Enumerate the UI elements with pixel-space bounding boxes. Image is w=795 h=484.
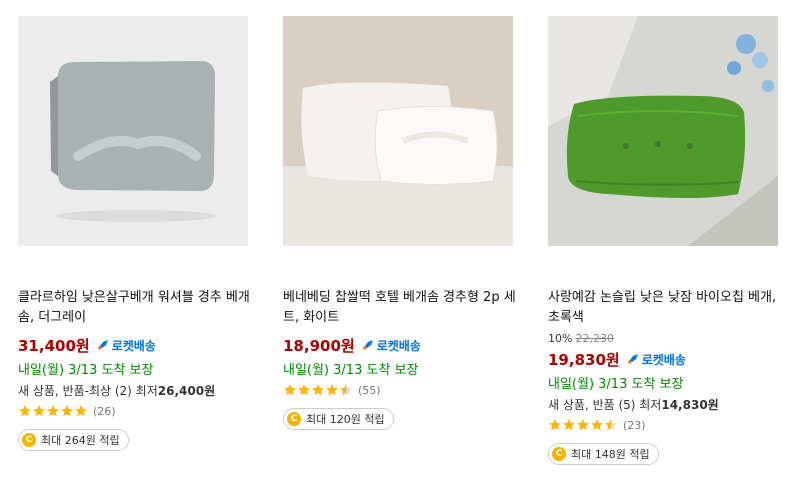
star-icon (549, 419, 617, 431)
rocket-icon (97, 340, 108, 350)
other-offers-label: 새 상품, 반품 (5) 최저 (548, 398, 662, 412)
reward-label: 최대 148원 적립 (571, 448, 650, 461)
delivery-info: 내일(월) 3/13 도착 보장 (548, 377, 684, 392)
star-icon (19, 405, 87, 417)
other-offers-label: 새 상품, 반품-최상 (2) 최저 (18, 384, 158, 398)
review-count[interactable]: (23) (623, 419, 646, 432)
reward-label: 최대 120원 적립 (306, 413, 385, 426)
product-card[interactable]: 클라르하임 낮은살구베개 워셔블 경추 베개솜, 더그레이 31,400원 로켓… (18, 16, 250, 451)
rocket-icon (627, 354, 638, 364)
other-offers-price: 14,830원 (661, 398, 719, 412)
rocket-icon (362, 340, 373, 350)
other-offers[interactable]: 새 상품, 반품 (5) 최저14,830원 (548, 396, 780, 412)
rocket-delivery-badge: 로켓배송 (361, 337, 421, 354)
product-image[interactable] (18, 16, 248, 246)
delivery-info: 내일(월) 3/13 도착 보장 (18, 363, 154, 378)
rating: (26) (18, 403, 250, 419)
reward-badge: C 최대 148원 적립 (548, 443, 659, 465)
rating: (55) (283, 382, 515, 398)
discount-row: 10% 22,230 (548, 332, 780, 346)
product-title[interactable]: 클라르하임 낮은살구베개 워셔블 경추 베개솜, 더그레이 (18, 288, 254, 328)
green-pillow-image (548, 16, 778, 246)
white-pillows-image (283, 16, 513, 246)
rocket-label: 로켓배송 (111, 338, 156, 353)
original-price: 22,230 (575, 332, 614, 345)
star-rating (283, 383, 355, 397)
other-offers-price: 26,400원 (157, 384, 216, 398)
product-price: 31,400원 (18, 336, 90, 355)
reward-badge: C 최대 120원 적립 (283, 408, 394, 430)
star-rating (548, 418, 620, 432)
reward-label: 최대 264원 적립 (41, 434, 120, 447)
rocket-label: 로켓배송 (376, 338, 421, 353)
product-price: 18,900원 (283, 336, 355, 355)
delivery-info: 내일(월) 3/13 도착 보장 (283, 363, 419, 378)
rocket-delivery-badge: 로켓배송 (626, 351, 686, 368)
rocket-delivery-badge: 로켓배송 (96, 337, 156, 354)
product-image[interactable] (548, 16, 778, 246)
other-offers[interactable]: 새 상품, 반품-최상 (2) 최저26,400원 (18, 382, 250, 398)
discount-rate: 10% (548, 332, 573, 345)
coin-icon: C (22, 433, 36, 447)
rocket-label: 로켓배송 (641, 352, 686, 367)
product-title[interactable]: 베네베딩 찹쌀떡 호텔 베개솜 경추형 2p 세트, 화이트 (283, 288, 519, 328)
reward-badge: C 최대 264원 적립 (18, 429, 129, 451)
coin-icon: C (552, 447, 566, 461)
rating: (23) (548, 417, 780, 433)
product-card[interactable]: 베네베딩 찹쌀떡 호텔 베개솜 경추형 2p 세트, 화이트 18,900원 로… (283, 16, 516, 430)
product-price: 19,830원 (548, 350, 620, 369)
review-count[interactable]: (55) (358, 384, 381, 397)
product-image[interactable] (283, 16, 513, 246)
gray-pillow-image (18, 16, 248, 246)
star-rating (18, 404, 90, 418)
product-title[interactable]: 사랑예감 논슬립 낮은 낮잠 바이오칩 베개, 초록색 (548, 288, 784, 328)
coin-icon: C (287, 412, 301, 426)
review-count[interactable]: (26) (93, 405, 116, 418)
product-card[interactable]: 사랑예감 논슬립 낮은 낮잠 바이오칩 베개, 초록색 10% 22,230 19… (548, 16, 780, 465)
star-icon (284, 384, 352, 396)
